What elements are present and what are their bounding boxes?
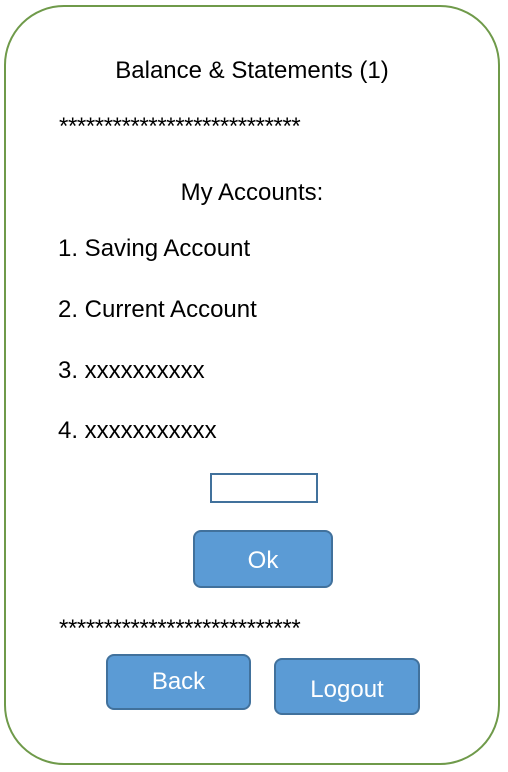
back-button[interactable]: Back	[106, 654, 251, 710]
logout-button[interactable]: Logout	[274, 658, 420, 715]
account-item-saving: 1. Saving Account	[58, 235, 251, 262]
separator-top: ***************************	[59, 113, 301, 140]
account-item-4: 4. xxxxxxxxxxx	[58, 417, 217, 444]
account-item-current: 2. Current Account	[58, 296, 257, 323]
account-item-3: 3. xxxxxxxxxx	[58, 357, 205, 384]
separator-bottom: ***************************	[59, 615, 301, 642]
ok-button[interactable]: Ok	[193, 530, 333, 588]
accounts-heading: My Accounts:	[180, 179, 324, 206]
screen-frame: Balance & Statements (1) ***************…	[4, 5, 500, 765]
page-title: Balance & Statements (1)	[115, 57, 389, 84]
account-selection-input[interactable]	[210, 473, 318, 503]
